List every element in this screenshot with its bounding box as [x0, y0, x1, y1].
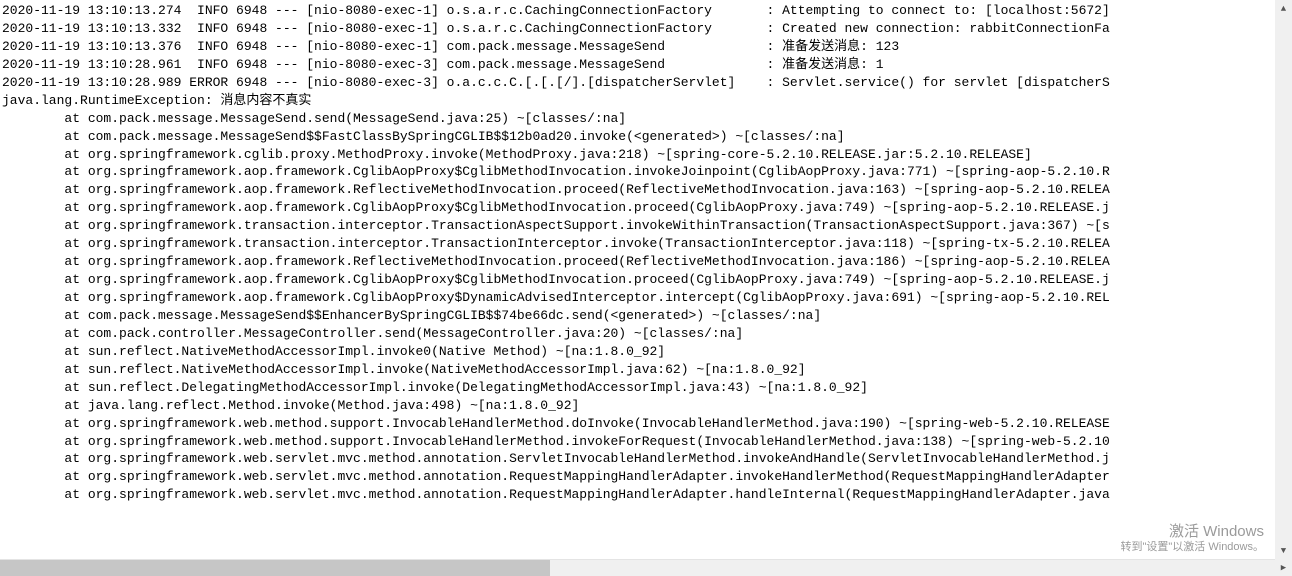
log-line-header-4: 2020-11-19 13:10:28.989 ERROR 6948 --- […	[2, 74, 1292, 92]
stack-frame-11: at com.pack.message.MessageSend$$Enhance…	[2, 307, 1292, 325]
horizontal-scrollbar[interactable]: ▶	[0, 559, 1275, 576]
log-line-header-0: 2020-11-19 13:10:13.274 INFO 6948 --- [n…	[2, 2, 1292, 20]
stack-frame-14: at sun.reflect.NativeMethodAccessorImpl.…	[2, 361, 1292, 379]
stack-frame-15: at sun.reflect.DelegatingMethodAccessorI…	[2, 379, 1292, 397]
stack-frame-3: at org.springframework.aop.framework.Cgl…	[2, 163, 1292, 181]
stack-frame-18: at org.springframework.web.method.suppor…	[2, 433, 1292, 451]
stack-frame-0: at com.pack.message.MessageSend.send(Mes…	[2, 110, 1292, 128]
stack-frame-12: at com.pack.controller.MessageController…	[2, 325, 1292, 343]
log-output[interactable]: 2020-11-19 13:10:13.274 INFO 6948 --- [n…	[0, 0, 1292, 559]
stack-frame-7: at org.springframework.transaction.inter…	[2, 235, 1292, 253]
stack-frame-16: at java.lang.reflect.Method.invoke(Metho…	[2, 397, 1292, 415]
log-line-header-1: 2020-11-19 13:10:13.332 INFO 6948 --- [n…	[2, 20, 1292, 38]
stack-frame-5: at org.springframework.aop.framework.Cgl…	[2, 199, 1292, 217]
exception-header: java.lang.RuntimeException: 消息内容不真实	[2, 92, 1292, 110]
stack-frame-17: at org.springframework.web.method.suppor…	[2, 415, 1292, 433]
log-line-header-3: 2020-11-19 13:10:28.961 INFO 6948 --- [n…	[2, 56, 1292, 74]
stack-frame-13: at sun.reflect.NativeMethodAccessorImpl.…	[2, 343, 1292, 361]
stack-frame-4: at org.springframework.aop.framework.Ref…	[2, 181, 1292, 199]
stack-frame-10: at org.springframework.aop.framework.Cgl…	[2, 289, 1292, 307]
stack-frame-2: at org.springframework.cglib.proxy.Metho…	[2, 146, 1292, 164]
scroll-right-arrow-icon[interactable]: ▶	[1275, 559, 1292, 576]
stack-frame-9: at org.springframework.aop.framework.Cgl…	[2, 271, 1292, 289]
stack-frame-6: at org.springframework.transaction.inter…	[2, 217, 1292, 235]
scroll-down-arrow-icon[interactable]: ▼	[1275, 542, 1292, 559]
vertical-scrollbar[interactable]: ▲ ▼	[1275, 0, 1292, 559]
stack-frame-19: at org.springframework.web.servlet.mvc.m…	[2, 450, 1292, 468]
stack-frame-20: at org.springframework.web.servlet.mvc.m…	[2, 468, 1292, 486]
log-line-header-2: 2020-11-19 13:10:13.376 INFO 6948 --- [n…	[2, 38, 1292, 56]
stack-frame-21: at org.springframework.web.servlet.mvc.m…	[2, 486, 1292, 504]
stack-frame-1: at com.pack.message.MessageSend$$FastCla…	[2, 128, 1292, 146]
horizontal-scrollbar-thumb[interactable]	[0, 560, 550, 576]
stack-frame-8: at org.springframework.aop.framework.Ref…	[2, 253, 1292, 271]
scroll-up-arrow-icon[interactable]: ▲	[1275, 0, 1292, 17]
